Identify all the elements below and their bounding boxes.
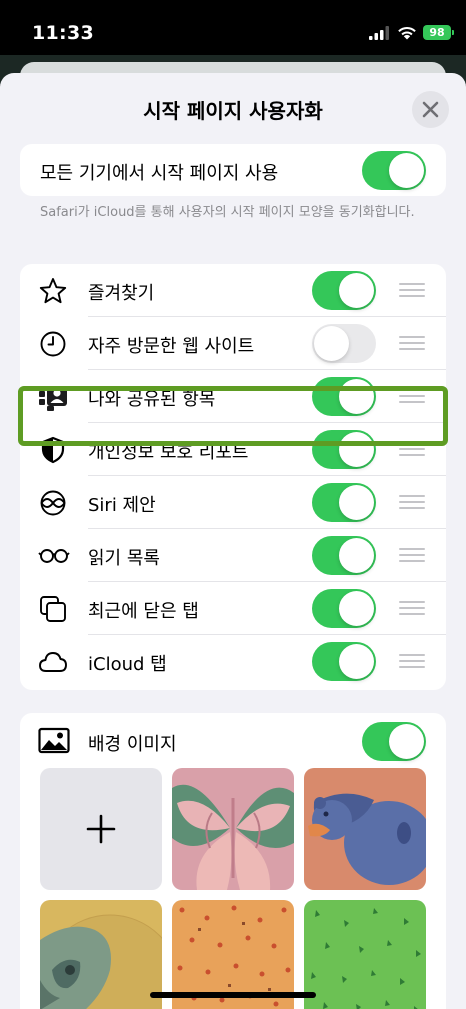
bear-image: [304, 768, 426, 890]
background-tile-butterfly[interactable]: [172, 768, 294, 890]
background-image-toggle[interactable]: [362, 722, 426, 761]
siri-icon: [40, 490, 66, 516]
toggle-knob: [339, 485, 374, 520]
plus-icon: [86, 814, 116, 844]
close-button[interactable]: [412, 91, 449, 128]
cloud-icon: [39, 652, 67, 672]
clock-icon: [40, 331, 66, 357]
home-indicator[interactable]: [150, 992, 316, 998]
background-tile-parrot[interactable]: [40, 900, 162, 1009]
sync-toggle[interactable]: [362, 151, 426, 190]
customize-start-page-sheet: 시작 페이지 사용자화 모든 기기에서 시작 페이지 사용 Safari가 iC…: [0, 73, 466, 1009]
battery-level: 98: [429, 26, 445, 39]
butterfly-image: [172, 768, 294, 890]
reorder-handle-icon[interactable]: [399, 283, 425, 297]
toggle-knob: [339, 644, 374, 679]
glasses-icon: [38, 549, 70, 563]
sheet-title: 시작 페이지 사용자화: [143, 99, 323, 123]
status-time: 11:33: [32, 22, 94, 44]
wifi-icon: [398, 26, 416, 40]
favorites-toggle[interactable]: [312, 271, 376, 310]
recently-closed-tabs-toggle[interactable]: [312, 589, 376, 628]
section-row-icloud-tabs: iCloud 탭: [20, 635, 446, 688]
status-bar: 11:33 98: [0, 0, 466, 62]
section-label: iCloud 탭: [88, 654, 167, 675]
background-image-label: 배경 이미지: [88, 734, 177, 755]
reorder-handle-icon[interactable]: [399, 548, 425, 562]
background-tile-bear[interactable]: [304, 768, 426, 890]
battery-indicator: 98: [423, 25, 454, 40]
add-background-button[interactable]: [40, 768, 162, 890]
frequently-visited-toggle[interactable]: [312, 324, 376, 363]
section-label: 최근에 닫은 탭: [88, 601, 199, 622]
section-row-favorites: 즐겨찾기: [20, 264, 446, 317]
cellular-signal-icon: [369, 26, 389, 40]
sync-setting-row: 모든 기기에서 시작 페이지 사용: [20, 144, 446, 196]
toggle-knob: [389, 724, 424, 759]
section-row-frequently-visited: 자주 방문한 웹 사이트: [20, 317, 446, 370]
sections-list: 즐겨찾기 자주 방문한 웹 사이트 나와 공유된 항목 개인정보 보호 리포트 …: [20, 264, 446, 690]
toggle-knob: [339, 591, 374, 626]
tabs-icon: [40, 596, 66, 622]
green-pattern-image: [304, 900, 426, 1009]
section-row-recently-closed-tabs: 최근에 닫은 탭: [20, 582, 446, 635]
sync-footer-note: Safari가 iCloud를 통해 사용자의 시작 페이지 모양을 동기화합니…: [40, 205, 415, 220]
toggle-knob: [339, 538, 374, 573]
background-image-group: 배경 이미지: [20, 713, 446, 1009]
siri-suggestions-toggle[interactable]: [312, 483, 376, 522]
reorder-handle-icon[interactable]: [399, 495, 425, 509]
photo-icon: [38, 727, 70, 754]
reading-list-toggle[interactable]: [312, 536, 376, 575]
section-label: Siri 제안: [88, 495, 156, 516]
section-label: 자주 방문한 웹 사이트: [88, 336, 255, 357]
reorder-handle-icon[interactable]: [399, 654, 425, 668]
section-label: 즐겨찾기: [88, 283, 155, 304]
sync-label: 모든 기기에서 시작 페이지 사용: [40, 163, 279, 184]
highlight-box: [18, 386, 448, 446]
icloud-tabs-toggle[interactable]: [312, 642, 376, 681]
close-icon: [422, 101, 439, 118]
toggle-knob: [389, 153, 424, 188]
reorder-handle-icon[interactable]: [399, 601, 425, 615]
background-tile-green-pattern[interactable]: [304, 900, 426, 1009]
section-row-siri-suggestions: Siri 제안: [20, 476, 446, 529]
section-label: 읽기 목록: [88, 548, 160, 569]
section-row-reading-list: 읽기 목록: [20, 529, 446, 582]
reorder-handle-icon[interactable]: [399, 336, 425, 350]
toggle-knob: [314, 326, 349, 361]
toggle-knob: [339, 273, 374, 308]
parrot-image: [40, 900, 162, 1009]
star-icon: [39, 278, 67, 304]
